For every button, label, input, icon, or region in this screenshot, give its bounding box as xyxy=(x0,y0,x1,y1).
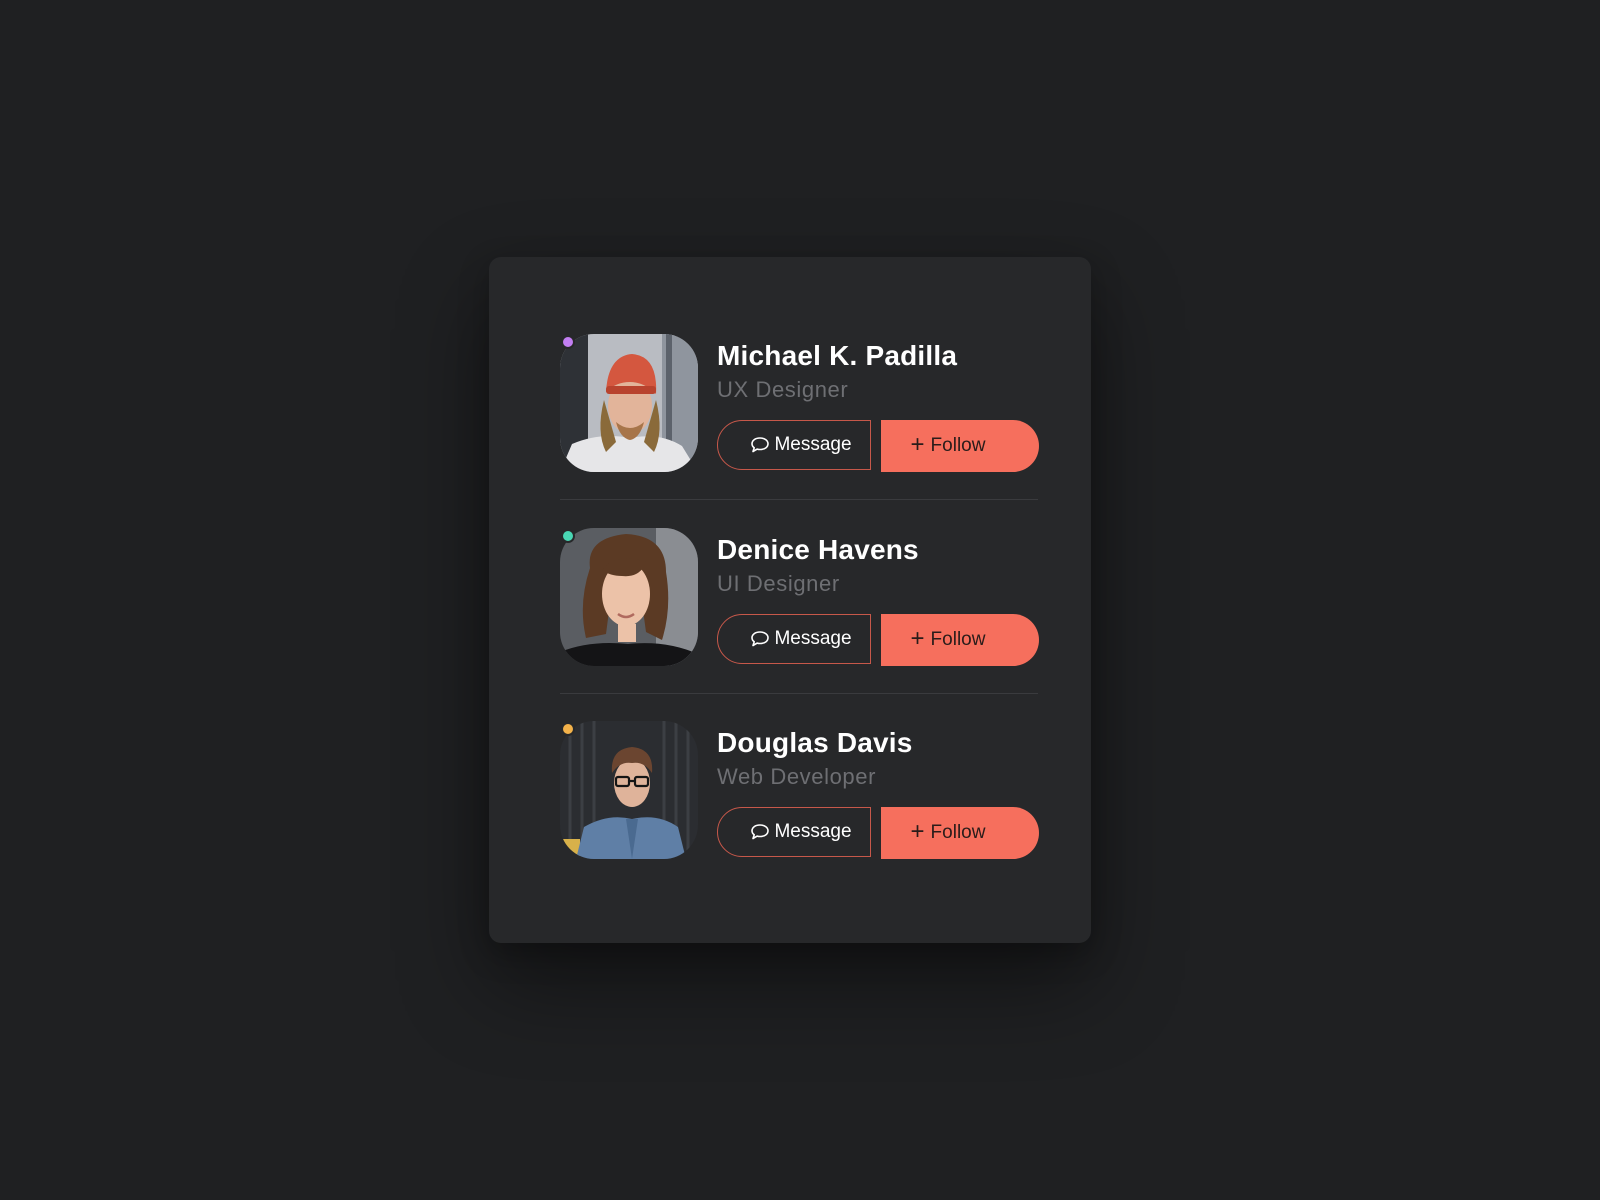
message-button[interactable]: Message xyxy=(717,420,871,470)
user-row-michael: Michael K. Padilla UX Designer Message +… xyxy=(560,334,1040,472)
user-name: Douglas Davis xyxy=(717,727,913,758)
avatar[interactable] xyxy=(560,528,698,666)
status-dot xyxy=(561,529,575,543)
status-dot xyxy=(561,335,575,349)
user-name: Denice Havens xyxy=(717,534,919,565)
follow-button[interactable]: + Follow xyxy=(881,614,1039,666)
user-row-douglas: Douglas Davis Web Developer Message + Fo… xyxy=(560,721,1040,859)
message-button-label: Message xyxy=(774,821,852,842)
message-button-label: Message xyxy=(774,434,852,455)
user-role: UI Designer xyxy=(717,571,840,596)
divider xyxy=(560,499,1038,500)
chat-bubble-icon xyxy=(750,823,770,841)
message-button-label: Message xyxy=(774,628,852,649)
follow-button[interactable]: + Follow xyxy=(881,420,1039,472)
plus-icon: + xyxy=(910,625,925,652)
follow-button-label: Follow xyxy=(930,822,986,843)
follow-button[interactable]: + Follow xyxy=(881,807,1039,859)
message-button[interactable]: Message xyxy=(717,807,871,857)
avatar[interactable] xyxy=(560,334,698,472)
user-role: Web Developer xyxy=(717,764,877,789)
divider xyxy=(560,693,1038,694)
plus-icon: + xyxy=(910,431,925,458)
plus-icon: + xyxy=(910,818,925,845)
chat-bubble-icon xyxy=(750,436,770,454)
user-row-denice: Denice Havens UI Designer Message + Foll… xyxy=(560,528,1040,666)
follow-button-label: Follow xyxy=(930,629,986,650)
user-list-card: Michael K. Padilla UX Designer Message +… xyxy=(489,257,1091,943)
user-role: UX Designer xyxy=(717,377,849,402)
chat-bubble-icon xyxy=(750,630,770,648)
avatar[interactable] xyxy=(560,721,698,859)
follow-button-label: Follow xyxy=(930,435,986,456)
message-button[interactable]: Message xyxy=(717,614,871,664)
status-dot xyxy=(561,722,575,736)
user-name: Michael K. Padilla xyxy=(717,340,958,371)
